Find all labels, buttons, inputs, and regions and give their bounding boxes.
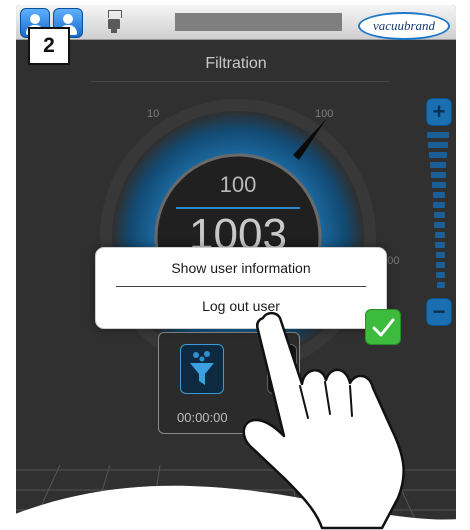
device-frame: vacuubrand Filtration 10 100 1 1000 100 … [0, 0, 470, 530]
pointing-hand-icon [242, 311, 405, 530]
